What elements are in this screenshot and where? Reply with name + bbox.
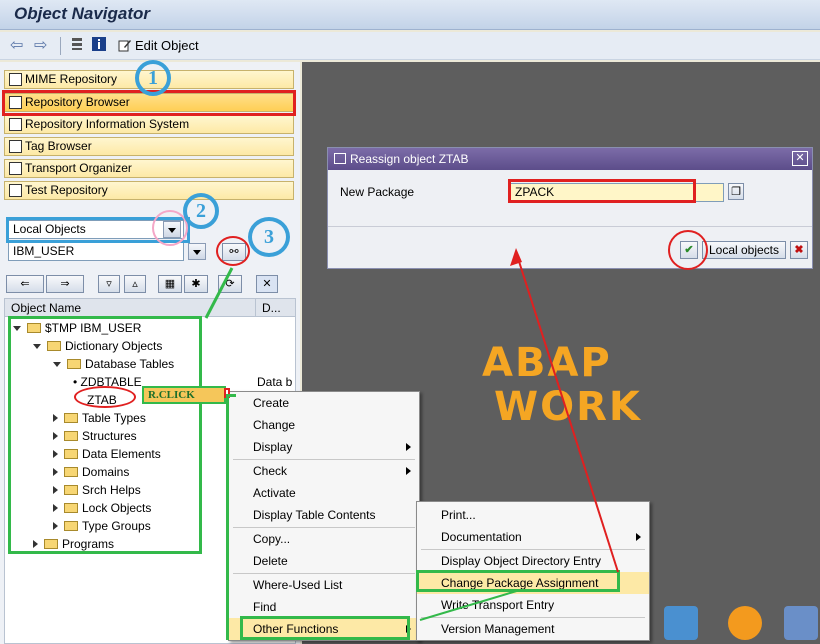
annotation-arrows — [204, 248, 619, 621]
green-link-line — [204, 267, 234, 319]
green-arrow-line — [419, 589, 521, 621]
red-arrow-line — [515, 251, 619, 573]
